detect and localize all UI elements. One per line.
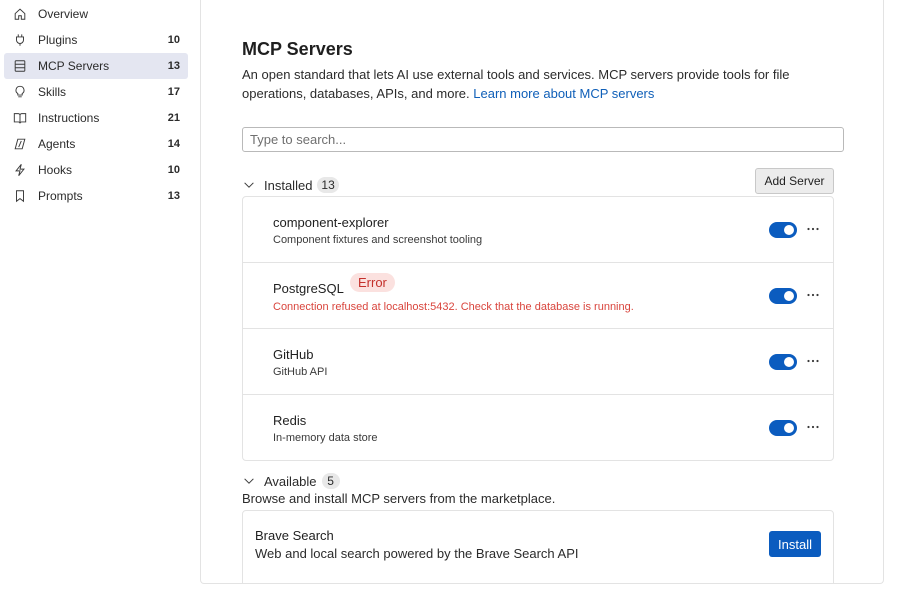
server-icon: [13, 59, 27, 73]
toggle-knob: [784, 225, 794, 235]
toggle-knob: [784, 291, 794, 301]
sidebar: Overview Plugins 10 MCP Servers 13 Skill…: [0, 0, 196, 600]
marketplace-item-name: Brave Search: [255, 528, 334, 543]
learn-more-link[interactable]: Learn more about MCP servers: [473, 86, 654, 101]
more-actions-icon[interactable]: [805, 287, 821, 303]
server-enabled-toggle[interactable]: [769, 354, 797, 370]
server-description: GitHub API: [273, 366, 328, 378]
installed-label: Installed: [264, 177, 313, 193]
sidebar-item-label: Overview: [38, 7, 89, 21]
sidebar-item-label: Hooks: [38, 163, 73, 177]
server-name: GitHub: [273, 347, 314, 362]
sidebar-item-mcp-servers[interactable]: MCP Servers 13: [4, 53, 188, 79]
toggle-knob: [784, 423, 794, 433]
sidebar-item-instructions[interactable]: Instructions 21: [4, 105, 188, 131]
sidebar-item-label: Instructions: [38, 111, 100, 125]
available-count-badge: 5: [321, 473, 340, 489]
server-description: Component fixtures and screenshot toolin…: [273, 234, 483, 246]
chevron-down-icon: [242, 474, 256, 488]
sidebar-item-count: 13: [167, 60, 180, 72]
toggle-knob: [784, 357, 794, 367]
sidebar-item-count: 21: [167, 112, 180, 124]
install-button[interactable]: Install: [769, 531, 821, 557]
sidebar-item-label: Plugins: [38, 33, 78, 47]
server-enabled-toggle[interactable]: [769, 222, 797, 238]
sidebar-item-count: 14: [167, 138, 180, 150]
server-name: PostgreSQL: [273, 281, 344, 296]
page-description: An open standard that lets AI use extern…: [242, 65, 822, 103]
marketplace-item-brave-search: Brave Search Web and local search powere…: [242, 510, 834, 583]
sidebar-item-count: 10: [167, 34, 180, 46]
server-name: Redis: [273, 413, 307, 428]
add-server-button[interactable]: Add Server: [755, 168, 834, 194]
home-icon: [13, 7, 27, 21]
sidebar-item-count: 13: [167, 190, 180, 202]
sidebar-item-count: 17: [167, 86, 180, 98]
server-row-redis: Redis In-memory data store: [243, 395, 833, 460]
installed-count-badge: 13: [317, 177, 339, 193]
sidebar-item-label: Skills: [38, 85, 67, 99]
main-panel: MCP Servers An open standard that lets A…: [200, 0, 884, 584]
sidebar-item-label: MCP Servers: [38, 59, 110, 73]
marketplace-item-description: Web and local search powered by the Brav…: [255, 546, 579, 561]
sidebar-item-label: Prompts: [38, 189, 83, 203]
chevron-down-icon: [242, 178, 256, 192]
sidebar-item-overview[interactable]: Overview: [4, 1, 188, 27]
server-row-postgresql: PostgreSQL Error Connection refused at l…: [243, 263, 833, 329]
server-description: In-memory data store: [273, 432, 378, 444]
server-row-component-explorer: component-explorer Component fixtures an…: [243, 197, 833, 263]
sidebar-item-prompts[interactable]: Prompts 13: [4, 183, 188, 209]
server-row-github: GitHub GitHub API: [243, 329, 833, 395]
available-label: Available: [264, 473, 317, 489]
page-title: MCP Servers: [242, 39, 353, 59]
bookmark-icon: [13, 189, 27, 203]
sidebar-item-label: Agents: [38, 137, 76, 151]
more-actions-icon[interactable]: [805, 221, 821, 237]
lightbulb-icon: [13, 85, 27, 99]
installed-section-header[interactable]: Installed 13: [242, 175, 339, 195]
sidebar-item-count: 10: [167, 164, 180, 176]
lightning-icon: [13, 163, 27, 177]
sidebar-item-plugins[interactable]: Plugins 10: [4, 27, 188, 53]
available-description: Browse and install MCP servers from the …: [242, 491, 556, 506]
book-icon: [13, 111, 27, 125]
more-actions-icon[interactable]: [805, 353, 821, 369]
server-enabled-toggle[interactable]: [769, 420, 797, 436]
sidebar-item-skills[interactable]: Skills 17: [4, 79, 188, 105]
error-badge: Error: [350, 273, 395, 292]
installed-server-list: component-explorer Component fixtures an…: [242, 196, 834, 461]
more-actions-icon[interactable]: [805, 419, 821, 435]
server-name: component-explorer: [273, 215, 389, 230]
available-section-header[interactable]: Available 5: [242, 471, 340, 491]
sidebar-item-agents[interactable]: Agents 14: [4, 131, 188, 157]
server-enabled-toggle[interactable]: [769, 288, 797, 304]
plug-icon: [13, 33, 27, 47]
server-error-message: Connection refused at localhost:5432. Ch…: [273, 301, 634, 313]
sidebar-item-hooks[interactable]: Hooks 10: [4, 157, 188, 183]
search-input[interactable]: [242, 127, 844, 152]
agent-icon: [13, 137, 27, 151]
